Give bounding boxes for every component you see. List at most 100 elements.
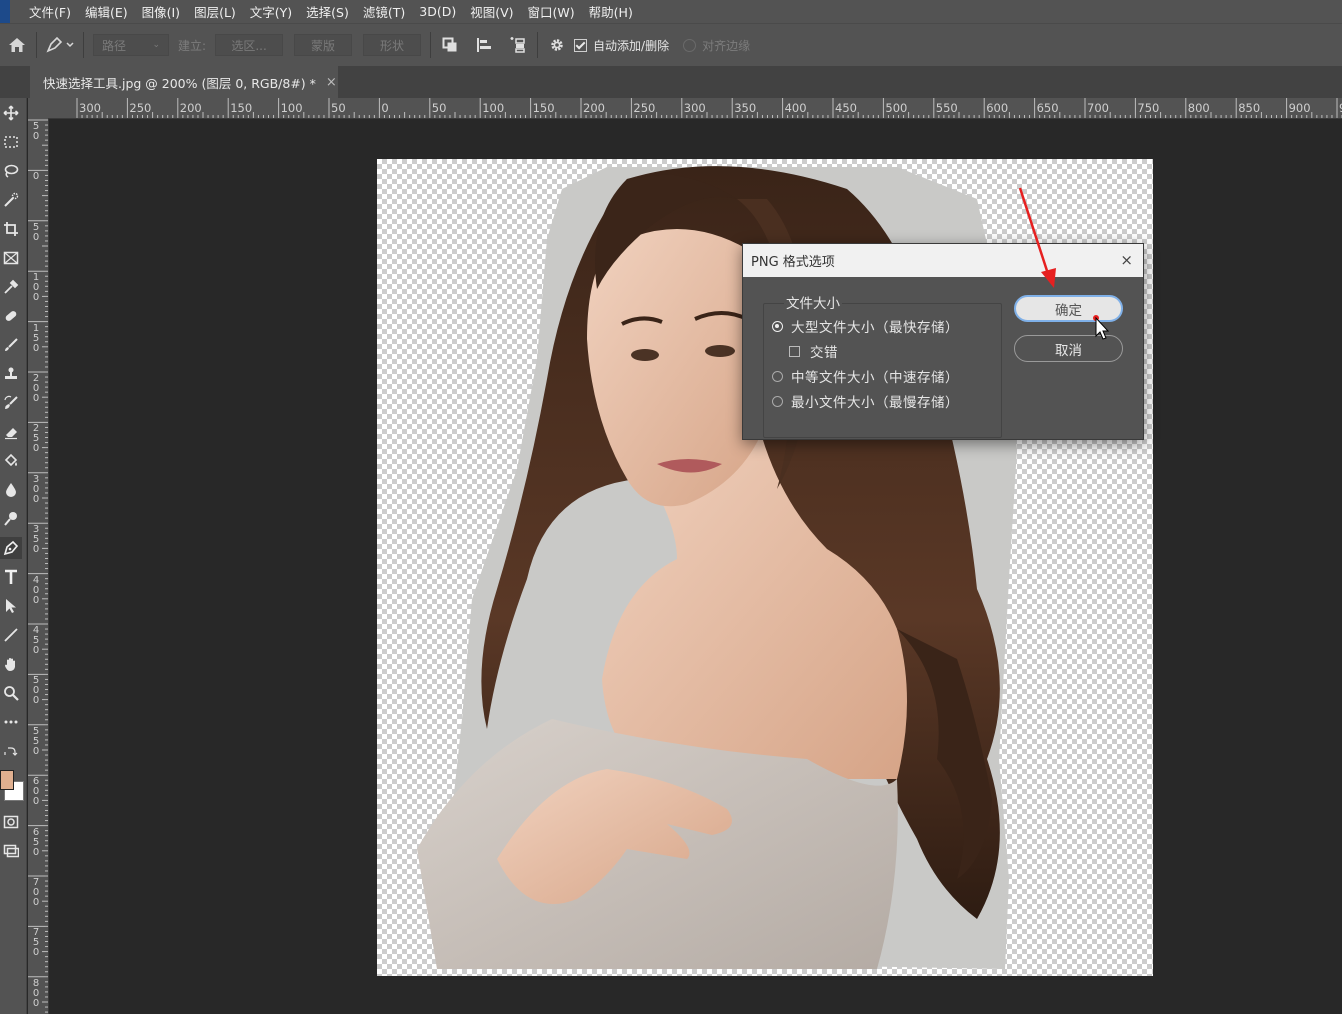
path-alignment-icon[interactable]: [471, 32, 497, 58]
menu-filter[interactable]: 滤镜(T): [356, 2, 412, 21]
radio-large-file[interactable]: [772, 320, 783, 332]
menu-view[interactable]: 视图(V): [463, 2, 520, 21]
ruler-label: 450: [835, 101, 857, 115]
history-brush-tool-icon[interactable]: [0, 392, 22, 414]
ruler-label: 750: [1137, 101, 1160, 115]
menu-window[interactable]: 窗口(W): [521, 2, 582, 21]
align-edges-label: 对齐边缘: [702, 38, 751, 53]
screen-mode-icon[interactable]: [0, 840, 22, 862]
separator: [83, 32, 84, 58]
make-shape-button[interactable]: 形状: [363, 34, 422, 56]
ruler-label: 300: [683, 101, 706, 115]
make-selection-button[interactable]: 选区...: [215, 34, 284, 56]
option-medium-file[interactable]: 中等文件大小（中速存储）: [772, 366, 959, 386]
radio-medium-file[interactable]: [772, 370, 783, 382]
menu-select[interactable]: 选择(S): [299, 2, 356, 21]
foreground-color-swatch[interactable]: [0, 770, 14, 790]
path-mode-select[interactable]: 路径 ⌄: [93, 34, 169, 56]
ruler-label: 800: [32, 977, 40, 1009]
align-edges-checkbox[interactable]: [683, 38, 697, 52]
make-mask-button[interactable]: 蒙版: [294, 34, 353, 56]
ruler-label: 800: [1187, 101, 1210, 115]
ruler-label: 100: [482, 101, 505, 115]
ruler-label: 250: [32, 423, 40, 455]
pen-tool-icon[interactable]: [0, 537, 22, 559]
option-small-file[interactable]: 最小文件大小（最慢存储）: [772, 391, 959, 411]
path-arrangement-icon[interactable]: [505, 32, 531, 58]
brush-tool-icon[interactable]: [0, 334, 22, 356]
ruler-label: 250: [129, 101, 152, 115]
paint-bucket-tool-icon[interactable]: [0, 450, 22, 472]
tools-panel: [0, 98, 27, 1014]
ruler-label: 350: [734, 101, 757, 115]
dodge-tool-icon[interactable]: [0, 508, 22, 530]
interlaced-checkbox[interactable]: [789, 345, 800, 357]
ruler-label: 300: [79, 101, 101, 115]
lasso-tool-icon[interactable]: [0, 160, 22, 182]
healing-brush-tool-icon[interactable]: [0, 305, 22, 327]
menu-layer[interactable]: 图层(L): [187, 2, 243, 21]
ruler-label: 700: [32, 877, 40, 908]
menu-file[interactable]: 文件(F): [22, 2, 78, 21]
type-tool-icon[interactable]: [0, 566, 22, 588]
path-mode-value: 路径: [102, 38, 127, 53]
clone-stamp-tool-icon[interactable]: [0, 363, 22, 385]
menu-type[interactable]: 文字(Y): [243, 2, 299, 21]
ruler-label: 150: [230, 101, 253, 115]
ruler-label: 0: [381, 101, 389, 115]
close-icon[interactable]: ×: [326, 75, 337, 90]
more-tools-icon[interactable]: [0, 711, 22, 733]
ruler-label: 500: [32, 675, 40, 707]
option-interlaced[interactable]: 交错: [789, 341, 838, 361]
quick-selection-tool-icon[interactable]: [0, 189, 22, 211]
option-large-file-label: 大型文件大小（最快存储）: [791, 320, 959, 336]
dialog-title: PNG 格式选项: [751, 255, 835, 270]
option-large-file[interactable]: 大型文件大小（最快存储）: [772, 316, 959, 336]
hand-tool-icon[interactable]: [0, 653, 22, 675]
close-icon[interactable]: ×: [1120, 251, 1133, 269]
line-tool-icon[interactable]: [0, 624, 22, 646]
ruler-label: 400: [784, 101, 807, 115]
eraser-tool-icon[interactable]: [0, 421, 22, 443]
ruler-label: 750: [32, 927, 40, 959]
gear-icon[interactable]: [544, 32, 570, 58]
swap-colors-icon[interactable]: [0, 744, 22, 758]
move-tool-icon[interactable]: [0, 102, 22, 124]
menu-help[interactable]: 帮助(H): [582, 2, 640, 21]
horizontal-ruler[interactable]: 300 250 200 150 100 50 0 50 100 150 200 250 300 350 40…: [48, 98, 1342, 119]
blur-tool-icon[interactable]: [0, 479, 22, 501]
option-medium-file-label: 中等文件大小（中速存储）: [791, 370, 959, 386]
ruler-label: 50: [32, 121, 40, 142]
ruler-label: 900: [1288, 101, 1311, 115]
chevron-down-icon: ⌄: [152, 40, 160, 50]
document-tab[interactable]: 快速选择工具.jpg @ 200% (图层 0, RGB/8#) * ×: [30, 66, 338, 98]
auto-add-delete-checkbox[interactable]: [574, 38, 588, 52]
ruler-label: 50: [32, 221, 40, 243]
frame-tool-icon[interactable]: [0, 247, 22, 269]
radio-small-file[interactable]: [772, 395, 783, 407]
ruler-label: 50: [331, 101, 346, 115]
eyedropper-tool-icon[interactable]: [0, 276, 22, 298]
pen-tool-preset-icon[interactable]: [43, 32, 77, 58]
separator: [430, 32, 432, 58]
zoom-tool-icon[interactable]: [0, 682, 22, 704]
ruler-label: 650: [1036, 101, 1059, 115]
home-icon[interactable]: [4, 32, 30, 58]
menu-image[interactable]: 图像(I): [135, 2, 187, 21]
menu-3d[interactable]: 3D(D): [412, 4, 463, 19]
path-selection-tool-icon[interactable]: [0, 595, 22, 617]
ruler-label: 100: [280, 101, 303, 115]
vertical-ruler[interactable]: 50 0 50 100 150 200 250 300 350 400 450 500 550 600 65…: [28, 118, 49, 1014]
marquee-tool-icon[interactable]: [0, 131, 22, 153]
menu-edit[interactable]: 编辑(E): [78, 2, 135, 21]
ruler-origin[interactable]: [28, 98, 48, 118]
ruler-label: 850: [1238, 101, 1261, 115]
ruler-label: 450: [32, 625, 40, 656]
separator: [36, 32, 37, 58]
quick-mask-icon[interactable]: [0, 811, 22, 833]
crop-tool-icon[interactable]: [0, 218, 22, 240]
ruler-label: 150: [532, 101, 555, 115]
auto-add-delete-label: 自动添加/删除: [593, 38, 670, 53]
ruler-label: 700: [1087, 101, 1109, 115]
path-operations-icon[interactable]: [437, 32, 463, 58]
